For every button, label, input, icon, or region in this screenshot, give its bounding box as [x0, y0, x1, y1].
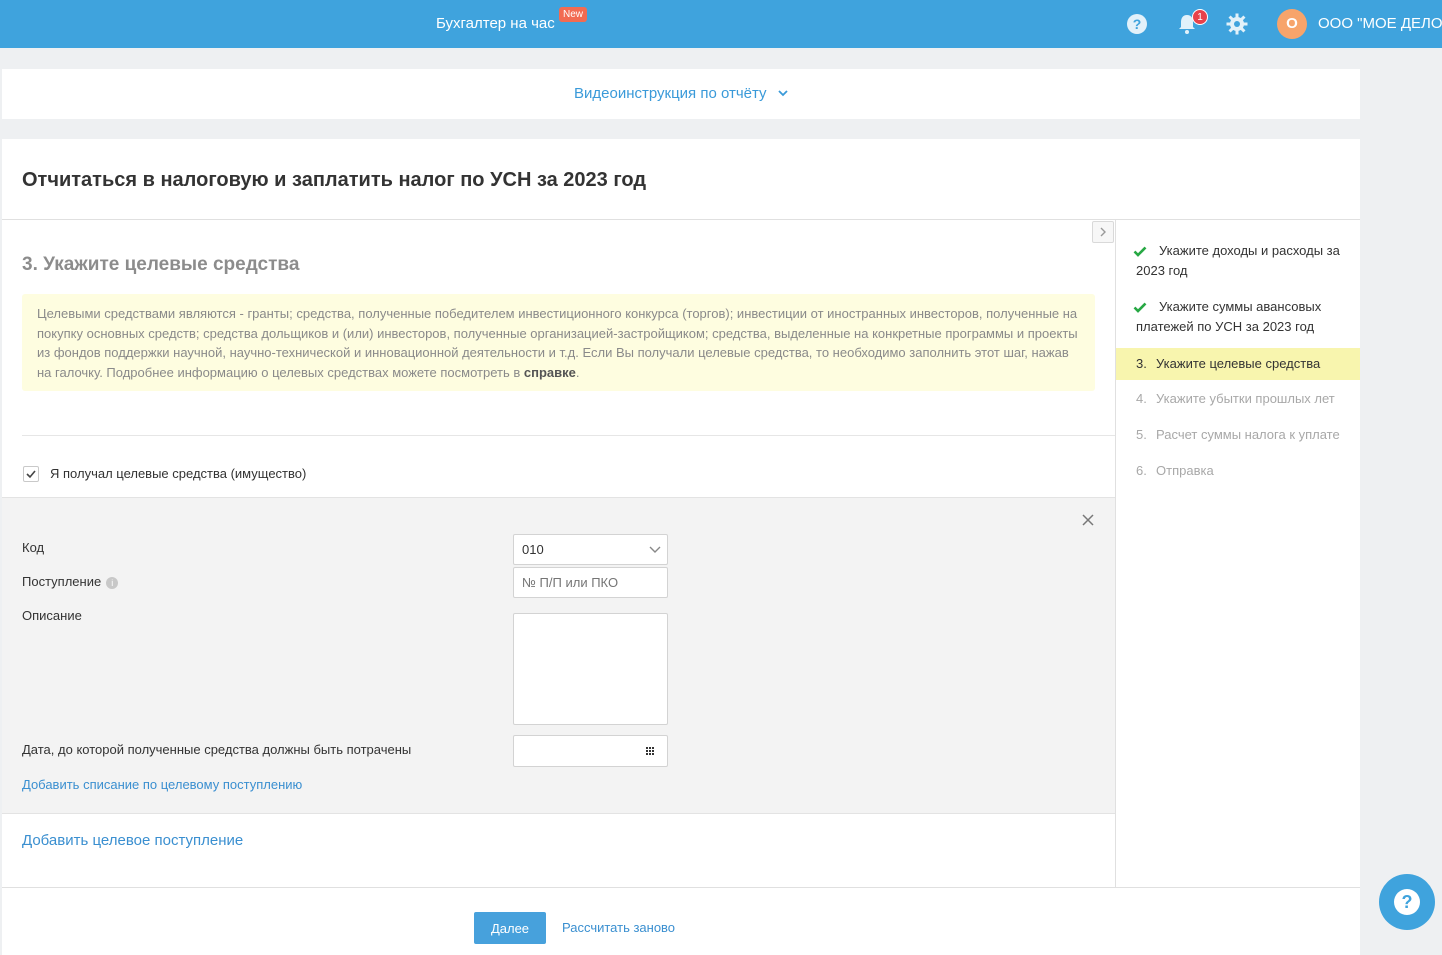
- sidebar-step-label: Укажите доходы и расходы за 2023 год: [1136, 243, 1340, 278]
- next-button[interactable]: Далее: [474, 912, 546, 944]
- help-icon[interactable]: ?: [1125, 12, 1149, 36]
- divider: [2, 887, 1360, 888]
- description-label: Описание: [22, 608, 82, 623]
- spend-deadline-label: Дата, до которой полученные средства дол…: [22, 742, 412, 757]
- help-icon: ?: [1394, 889, 1420, 915]
- floating-help-button[interactable]: ?: [1379, 874, 1435, 930]
- checkmark-icon: [1133, 246, 1147, 257]
- spend-deadline-date-input[interactable]: [513, 735, 668, 767]
- checkmark-icon: [1133, 302, 1147, 313]
- sidebar-step-label: 4. Укажите убытки прошлых лет: [1136, 391, 1335, 406]
- page-title: Отчитаться в налоговую и заплатить налог…: [22, 169, 647, 191]
- description-textarea[interactable]: [513, 613, 668, 725]
- add-writeoff-link[interactable]: Добавить списание по целевому поступлени…: [22, 777, 302, 792]
- new-badge: New: [559, 7, 588, 22]
- receipt-label: Поступление i: [22, 574, 119, 589]
- notification-count-badge: 1: [1192, 9, 1208, 25]
- received-target-funds-label[interactable]: Я получал целевые средства (имущество): [50, 466, 306, 481]
- avatar[interactable]: О: [1277, 9, 1307, 39]
- video-instruction-link[interactable]: Видеоинструкция по отчёту: [574, 85, 767, 102]
- video-instruction-bar: Видеоинструкция по отчёту: [2, 69, 1360, 119]
- info-text-end: .: [575, 364, 580, 380]
- sidebar-step-label: 6. Отправка: [1136, 463, 1214, 478]
- add-target-receipt-link[interactable]: Добавить целевое поступление: [22, 832, 243, 849]
- code-select[interactable]: 010: [513, 534, 668, 565]
- divider: [22, 435, 1115, 436]
- sidebar-step-target-funds[interactable]: 3. Укажите целевые средства: [1116, 348, 1360, 380]
- sidebar-step-label: 3. Укажите целевые средства: [1136, 356, 1321, 371]
- svg-text:?: ?: [1133, 16, 1142, 32]
- accountant-hour-link[interactable]: Бухгалтер на час: [436, 15, 555, 32]
- steps-sidebar: Укажите доходы и расходы за 2023 год Ука…: [1115, 220, 1360, 887]
- gear-icon[interactable]: [1225, 12, 1249, 36]
- sidebar-step-past-losses: 4. Укажите убытки прошлых лет: [1116, 389, 1360, 409]
- sidebar-step-tax-calculation: 5. Расчет суммы налога к уплате: [1116, 425, 1360, 445]
- code-label: Код: [22, 540, 45, 555]
- calendar-icon[interactable]: [646, 747, 656, 755]
- top-bar: Бухгалтер на час New ? 1 О ООО "МОЕ ДЕЛО…: [0, 0, 1442, 48]
- close-icon[interactable]: [1080, 512, 1096, 528]
- receipt-label-text: Поступление: [22, 574, 102, 589]
- receipt-number-input[interactable]: [513, 567, 668, 598]
- help-reference-link[interactable]: справке: [524, 365, 576, 380]
- sidebar-step-advance-payments[interactable]: Укажите суммы авансовых платежей по УСН …: [1116, 297, 1360, 337]
- sidebar-step-income-expenses[interactable]: Укажите доходы и расходы за 2023 год: [1116, 241, 1360, 281]
- svg-text:?: ?: [1402, 892, 1413, 912]
- chevron-down-icon[interactable]: [777, 89, 789, 97]
- sidebar-step-submission: 6. Отправка: [1116, 461, 1360, 481]
- target-receipt-panel: Код 010 Поступление i Описание Дата, до к…: [2, 497, 1115, 814]
- step-content: 3. Укажите целевые средства Целевыми сре…: [2, 220, 1115, 887]
- code-value: 010: [522, 542, 544, 557]
- step-heading: 3. Укажите целевые средства: [22, 254, 300, 275]
- chevron-down-icon: [649, 546, 661, 553]
- recalculate-link[interactable]: Рассчитать заново: [562, 920, 675, 935]
- info-icon[interactable]: i: [106, 576, 119, 589]
- received-target-funds-checkbox[interactable]: [23, 466, 39, 482]
- sidebar-step-label: 5. Расчет суммы налога к уплате: [1136, 427, 1340, 442]
- organization-name[interactable]: ООО "МОЕ ДЕЛО": [1318, 15, 1442, 32]
- info-box: Целевыми средствами являются - гранты; с…: [22, 294, 1095, 391]
- sidebar-step-label: Укажите суммы авансовых платежей по УСН …: [1136, 299, 1322, 334]
- checkmark-icon: [26, 470, 36, 479]
- report-card: Отчитаться в налоговую и заплатить налог…: [2, 139, 1360, 955]
